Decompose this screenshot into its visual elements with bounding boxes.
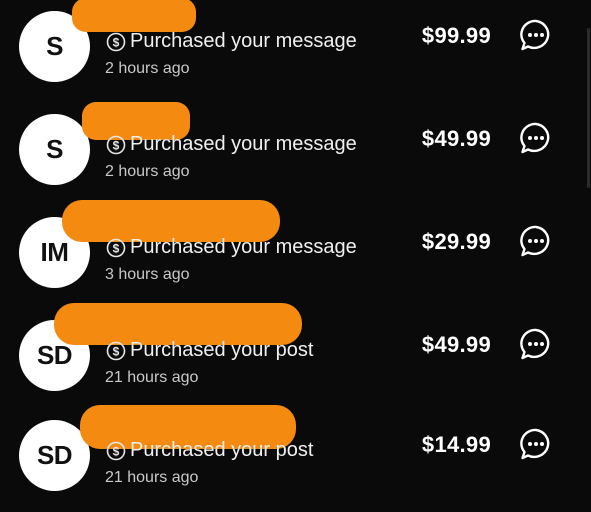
chat-bubble-icon[interactable] — [519, 427, 553, 461]
purchase-row[interactable]: S $ Purchased your message 2 hours ago $… — [0, 0, 591, 103]
purchase-row[interactable]: IM $ Purchased your message 3 hours ago … — [0, 200, 591, 309]
activity-line: $ Purchased your post — [106, 339, 313, 362]
dollar-circle-icon: $ — [106, 441, 126, 460]
purchase-row[interactable]: SD $ Purchased your post 21 hours ago $4… — [0, 303, 591, 412]
svg-text:$: $ — [113, 241, 120, 255]
purchase-list: S $ Purchased your message 2 hours ago $… — [0, 0, 591, 512]
activity-text: Purchased your message — [130, 30, 357, 52]
timestamp: 2 hours ago — [105, 163, 190, 180]
svg-text:$: $ — [113, 344, 120, 358]
timestamp: 3 hours ago — [105, 266, 190, 283]
chat-bubble-icon[interactable] — [519, 327, 553, 361]
purchase-price: $14.99 — [421, 432, 491, 457]
chat-bubble-icon[interactable] — [519, 18, 553, 52]
dollar-circle-icon: $ — [106, 135, 126, 154]
scrollbar[interactable] — [587, 28, 590, 188]
activity-text: Purchased your post — [130, 439, 314, 461]
timestamp: 21 hours ago — [105, 369, 199, 386]
timestamp: 2 hours ago — [105, 60, 190, 77]
chat-bubble-icon[interactable] — [519, 121, 553, 155]
svg-text:$: $ — [113, 444, 120, 458]
purchase-row[interactable]: SD $ Purchased your post 21 hours ago $1… — [0, 405, 591, 512]
timestamp: 21 hours ago — [105, 469, 199, 486]
activity-text: Purchased your message — [130, 133, 357, 155]
redacted-username — [72, 0, 196, 32]
purchase-price: $99.99 — [421, 23, 491, 48]
activity-line: $ Purchased your message — [106, 133, 357, 156]
activity-line: $ Purchased your message — [106, 236, 357, 259]
purchase-row[interactable]: S $ Purchased your message 2 hours ago $… — [0, 102, 591, 206]
purchase-price: $49.99 — [421, 126, 491, 151]
purchase-price: $29.99 — [421, 229, 491, 254]
activity-line: $ Purchased your post — [106, 439, 313, 462]
dollar-circle-icon: $ — [106, 341, 126, 360]
dollar-circle-icon: $ — [106, 32, 126, 51]
activity-text: Purchased your post — [130, 339, 314, 361]
activity-line: $ Purchased your message — [106, 30, 357, 53]
svg-text:$: $ — [113, 35, 120, 49]
svg-text:$: $ — [113, 138, 120, 152]
chat-bubble-icon[interactable] — [519, 224, 553, 258]
dollar-circle-icon: $ — [106, 238, 126, 257]
activity-text: Purchased your message — [130, 236, 357, 258]
avatar[interactable]: S — [19, 114, 90, 185]
purchase-price: $49.99 — [421, 332, 491, 357]
